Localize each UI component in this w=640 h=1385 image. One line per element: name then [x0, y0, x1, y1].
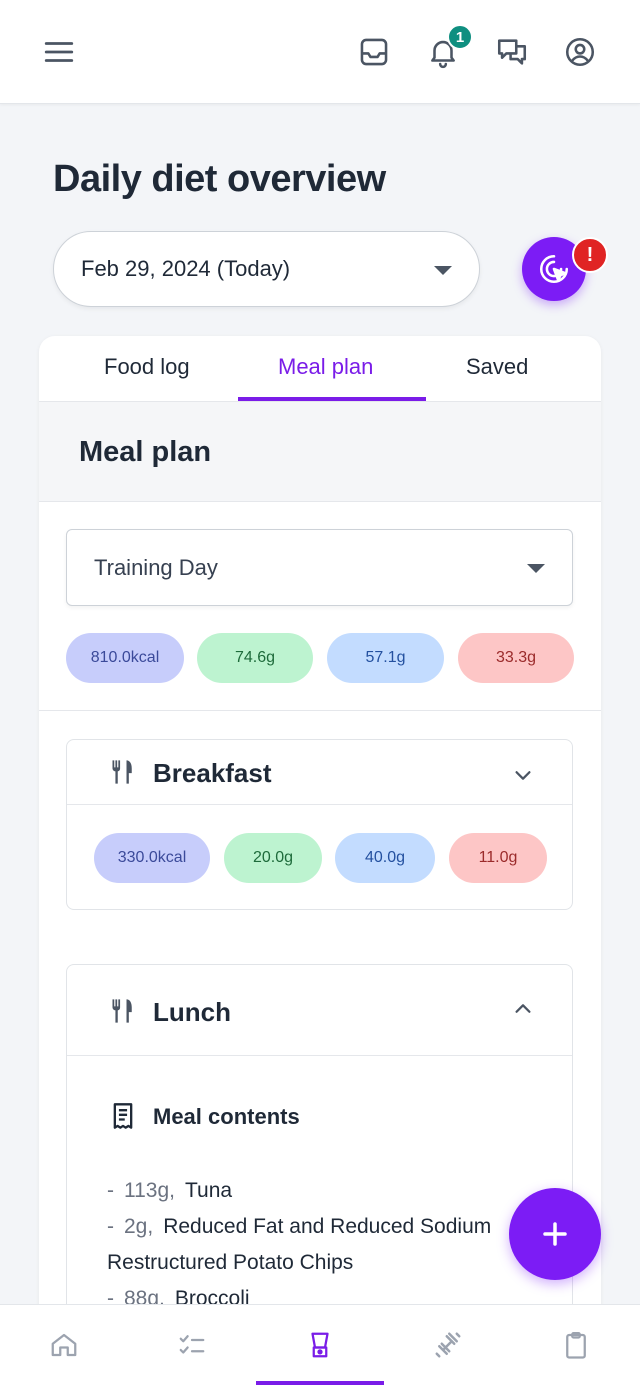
- meal-header-breakfast[interactable]: Breakfast: [67, 740, 572, 805]
- chat-icon[interactable]: [492, 32, 532, 72]
- plan-select[interactable]: Training Day: [66, 529, 573, 606]
- nav-workout[interactable]: [428, 1325, 468, 1365]
- inbox-icon[interactable]: [354, 32, 394, 72]
- add-button[interactable]: [509, 1188, 601, 1280]
- chevron-up-icon[interactable]: [512, 998, 534, 1020]
- bullet-dash: -: [107, 1215, 114, 1238]
- list-item: -2g, Reduced Fat and Reduced Sodium Restr…: [107, 1209, 567, 1281]
- active-tab-indicator: [238, 397, 426, 401]
- home-icon: [51, 1333, 77, 1357]
- total-protein-pill: 74.6g: [197, 633, 313, 683]
- meal-contents-title: Meal contents: [153, 1104, 300, 1129]
- chevron-down-icon[interactable]: [512, 764, 534, 786]
- meal-card-lunch: Lunch Meal contents -113g, Tuna -2g, Reduc…: [66, 964, 573, 1336]
- nav-clipboard[interactable]: [556, 1325, 596, 1365]
- meal-name-lunch: Lunch: [153, 997, 231, 1027]
- diet-card: Food log Meal plan Saved Meal plan Train…: [39, 336, 601, 1336]
- food-name: Reduced Fat and Reduced Sodium Restructu…: [107, 1215, 492, 1274]
- tab-food-log[interactable]: Food log: [104, 354, 190, 380]
- meal-header-lunch[interactable]: Lunch: [67, 965, 572, 1056]
- plus-icon: [543, 1222, 567, 1246]
- breakfast-protein-pill: 20.0g: [224, 833, 322, 883]
- plan-select-value: Training Day: [94, 554, 218, 580]
- total-kcal-pill: 810.0kcal: [66, 633, 184, 683]
- utensils-icon: [112, 999, 132, 1023]
- blender-icon: [311, 1332, 329, 1358]
- breakfast-fat-pill: 11.0g: [449, 833, 547, 883]
- section-title: Meal plan: [79, 436, 212, 468]
- total-fat-pill: 33.3g: [458, 633, 574, 683]
- meal-name-breakfast: Breakfast: [153, 758, 272, 788]
- bottom-navigation: [0, 1304, 640, 1385]
- nav-home[interactable]: [44, 1325, 84, 1365]
- checklist-icon: [179, 1335, 205, 1354]
- breakfast-carbs-pill: 40.0g: [335, 833, 435, 883]
- dumbbell-icon: [435, 1332, 461, 1358]
- tab-bar: Food log Meal plan Saved: [39, 336, 601, 402]
- alert-badge: !: [572, 237, 608, 273]
- clipboard-icon: [566, 1332, 586, 1359]
- total-carbs-pill: 57.1g: [327, 633, 444, 683]
- nav-checklist[interactable]: [172, 1325, 212, 1365]
- food-name: Tuna: [185, 1179, 233, 1202]
- account-icon[interactable]: [560, 32, 600, 72]
- list-item: -113g, Tuna: [107, 1173, 567, 1209]
- food-list: -113g, Tuna -2g, Reduced Fat and Reduced S…: [107, 1173, 567, 1317]
- date-select-value: Feb 29, 2024 (Today): [81, 256, 291, 281]
- dropdown-arrow-icon: [434, 266, 452, 275]
- tap-target-icon: [539, 254, 569, 284]
- utensils-icon: [112, 760, 132, 784]
- menu-icon[interactable]: [39, 32, 79, 72]
- breakfast-kcal-pill: 330.0kcal: [94, 833, 210, 883]
- food-quantity: 113g,: [124, 1179, 175, 1202]
- page-title: Daily diet overview: [53, 158, 386, 200]
- date-select[interactable]: Feb 29, 2024 (Today): [53, 231, 480, 307]
- active-nav-indicator: [256, 1381, 384, 1385]
- receipt-icon: [113, 1103, 133, 1129]
- meal-plan-header: Meal plan: [39, 402, 601, 502]
- notification-count-badge: 1: [447, 24, 473, 50]
- bullet-dash: -: [107, 1179, 114, 1202]
- bell-icon[interactable]: 1: [423, 24, 473, 72]
- divider: [39, 710, 601, 711]
- top-app-bar: 1: [0, 0, 640, 104]
- tab-saved[interactable]: Saved: [466, 354, 528, 380]
- meal-card-breakfast: Breakfast 330.0kcal 20.0g 40.0g 11.0g: [66, 739, 573, 910]
- dropdown-arrow-icon: [527, 564, 545, 573]
- tab-meal-plan[interactable]: Meal plan: [278, 354, 373, 380]
- nav-blender[interactable]: [300, 1325, 340, 1365]
- food-quantity: 2g,: [124, 1215, 154, 1238]
